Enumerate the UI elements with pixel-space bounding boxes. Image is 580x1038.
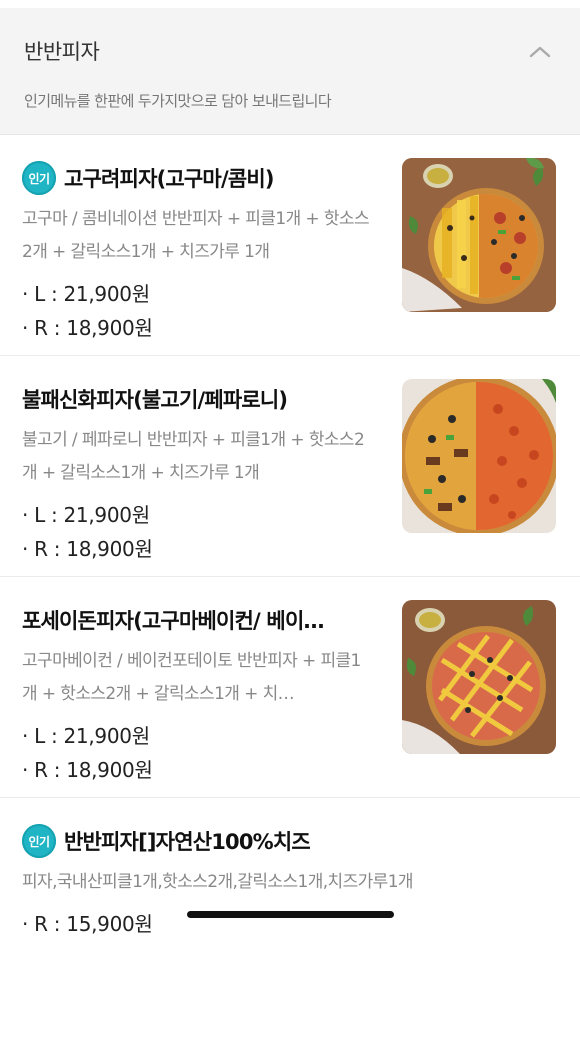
chevron-up-icon[interactable] [528, 40, 552, 64]
price-list: · L : 21,900원 · R : 18,900원 [22, 498, 374, 566]
menu-item[interactable]: 인기 고구려피자(고구마/콤비) 고구마 / 콤비네이션 반반피자 + 피클1개… [0, 135, 580, 356]
price-large: · L : 21,900원 [22, 282, 150, 306]
pizza-image [402, 379, 556, 533]
menu-item-name: 포세이돈피자(고구마베이컨/ 베이… [22, 609, 324, 633]
menu-item-name: 반반피자[]자연산100%치즈 [64, 830, 310, 854]
pizza-image [402, 600, 556, 754]
section-description: 인기메뉴를 한판에 두가지맛으로 담아 보내드립니다 [24, 92, 332, 110]
price-large: · L : 21,900원 [22, 503, 150, 527]
menu-item[interactable]: 포세이돈피자(고구마베이컨/ 베이… 고구마베이컨 / 베이컨포테이토 반반피자… [0, 577, 580, 798]
menu-item[interactable]: 불패신화피자(불고기/페파로니) 불고기 / 페파로니 반반피자 + 피클1개 … [0, 356, 580, 577]
section-title: 반반피자 [24, 40, 100, 64]
popular-badge: 인기 [22, 161, 56, 195]
price-list: · L : 21,900원 · R : 18,900원 [22, 719, 374, 787]
menu-item-description: 고구마 / 콤비네이션 반반피자 + 피클1개 + 핫소스2개 + 갈릭소스1개… [22, 209, 370, 262]
home-indicator[interactable] [187, 911, 394, 918]
pizza-image [402, 158, 556, 312]
price-regular: · R : 18,900원 [22, 758, 153, 782]
menu-item-description: 불고기 / 페파로니 반반피자 + 피클1개 + 핫소스2개 + 갈릭소스1개 … [22, 430, 365, 483]
menu-item-name: 고구려피자(고구마/콤비) [64, 167, 274, 191]
price-regular: · R : 18,900원 [22, 316, 153, 340]
menu-item-description: 고구마베이컨 / 베이컨포테이토 반반피자 + 피클1개 + 핫소스2개 + 갈… [22, 651, 361, 704]
menu-item-description: 피자,국내산피클1개,핫소스2개,갈릭소스1개,치즈가루1개 [22, 872, 414, 892]
price-list: · L : 21,900원 · R : 18,900원 [22, 277, 374, 345]
price-regular: · R : 18,900원 [22, 537, 153, 561]
price-large: · L : 21,900원 [22, 724, 150, 748]
menu-item[interactable]: 인기 반반피자[]자연산100%치즈 피자,국내산피클1개,핫소스2개,갈릭소스… [0, 798, 580, 1038]
popular-badge: 인기 [22, 824, 56, 858]
section-header[interactable]: 반반피자 인기메뉴를 한판에 두가지맛으로 담아 보내드립니다 [0, 8, 580, 135]
menu-item-name: 불패신화피자(불고기/페파로니) [22, 388, 288, 412]
top-spacer [0, 0, 580, 8]
